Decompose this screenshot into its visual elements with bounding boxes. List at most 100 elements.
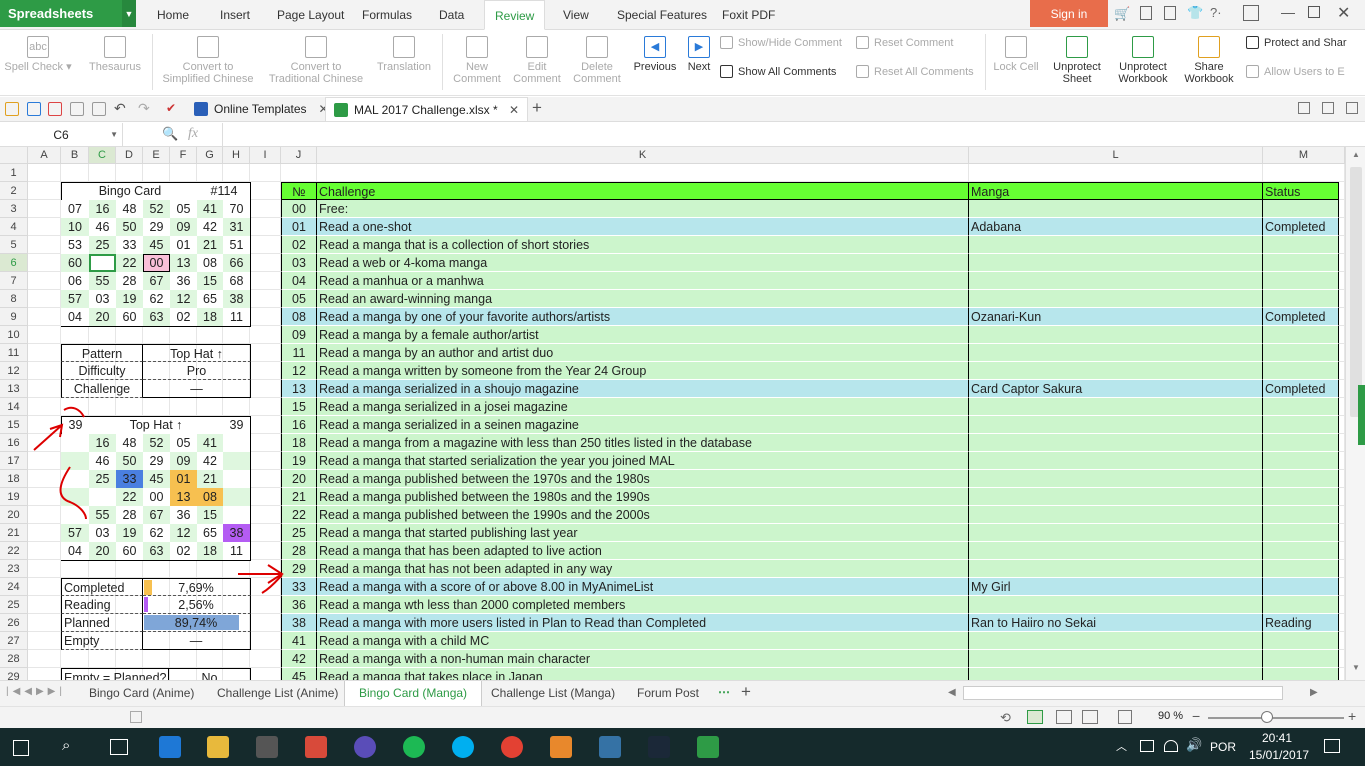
table-cell[interactable]: Card Captor Sakura [969, 380, 1263, 398]
table-cell[interactable]: 19 [281, 452, 317, 470]
table-cell[interactable]: Completed [1263, 218, 1339, 236]
table-cell[interactable]: Read a manga by an author and artist duo [317, 344, 969, 362]
top-hat-cell[interactable]: 08 [197, 488, 223, 506]
column-header-i[interactable]: I [250, 147, 281, 164]
protect-and-share-button[interactable]: Protect and Shar [1246, 36, 1347, 49]
show-all-comments-button[interactable]: Show All Comments [720, 65, 836, 78]
more-sheets-icon[interactable]: ⋯ [718, 685, 730, 699]
tab-home[interactable]: Home [157, 0, 189, 30]
macro-icon[interactable] [130, 711, 142, 723]
column-header-j[interactable]: J [281, 147, 317, 164]
table-cell[interactable]: Read a manga published between the 1970s… [317, 470, 969, 488]
top-hat-cell[interactable] [61, 452, 89, 470]
top-hat-cell[interactable] [223, 452, 250, 470]
table-cell[interactable] [1263, 416, 1339, 434]
close-tab-icon[interactable]: ✕ [509, 103, 519, 117]
print-icon[interactable] [70, 102, 84, 116]
bingo-cell[interactable]: 06 [61, 272, 89, 290]
table-cell[interactable] [1263, 650, 1339, 668]
bingo-cell[interactable]: 31 [223, 218, 250, 236]
top-hat-cell[interactable]: 13 [170, 488, 197, 506]
unprotect-workbook-button[interactable]: Unprotect Workbook [1112, 30, 1174, 85]
table-cell[interactable] [969, 290, 1263, 308]
row-header-6[interactable]: 6 [0, 254, 28, 272]
spell-check-button[interactable]: abc Spell Check ▾ [4, 30, 72, 73]
table-cell[interactable]: Read a manga from a magazine with less t… [317, 434, 969, 452]
row-header-2[interactable]: 2 [0, 182, 28, 200]
row-header-19[interactable]: 19 [0, 488, 28, 506]
row-header-25[interactable]: 25 [0, 596, 28, 614]
bingo-cell[interactable]: 01 [170, 236, 197, 254]
zoom-slider-thumb[interactable] [1261, 711, 1273, 723]
top-hat-cell[interactable] [89, 488, 116, 506]
table-cell[interactable] [969, 344, 1263, 362]
collapse-icon[interactable] [1322, 102, 1334, 114]
table-cell[interactable]: 29 [281, 560, 317, 578]
top-hat-cell[interactable]: 19 [116, 524, 143, 542]
table-cell[interactable]: 18 [281, 434, 317, 452]
table-cell[interactable] [969, 236, 1263, 254]
table-cell[interactable] [969, 632, 1263, 650]
top-hat-cell[interactable] [61, 470, 89, 488]
sheet-tab-4[interactable]: Challenge List (Manga) [477, 681, 629, 706]
spreadsheets-taskbar-icon[interactable] [697, 736, 719, 758]
sheet-tab-1[interactable]: Bingo Card (Anime) [75, 681, 208, 706]
table-cell[interactable]: 02 [281, 236, 317, 254]
tab-insert[interactable]: Insert [220, 0, 250, 30]
chevron-down-icon[interactable]: ▼ [110, 130, 118, 139]
row-header-9[interactable]: 9 [0, 308, 28, 326]
table-cell[interactable] [1263, 344, 1339, 362]
convert-traditional-button[interactable]: Convert to Traditional Chinese [266, 30, 366, 85]
table-header[interactable]: Status [1263, 182, 1339, 200]
table-cell[interactable]: Read a manga that started serialization … [317, 452, 969, 470]
skin-icon[interactable] [1140, 6, 1152, 20]
scroll-left-icon[interactable]: ◀ [948, 687, 956, 698]
bingo-cell[interactable]: 50 [116, 218, 143, 236]
table-cell[interactable]: 03 [281, 254, 317, 272]
column-header-k[interactable]: K [317, 147, 969, 164]
table-cell[interactable]: Reading [1263, 614, 1339, 632]
table-cell[interactable] [1263, 290, 1339, 308]
table-cell[interactable] [1263, 524, 1339, 542]
top-hat-cell[interactable] [223, 506, 250, 524]
table-cell[interactable] [969, 434, 1263, 452]
table-cell[interactable]: 25 [281, 524, 317, 542]
mail-icon[interactable] [1164, 6, 1176, 20]
bingo-cell[interactable]: 10 [61, 218, 89, 236]
table-cell[interactable] [969, 362, 1263, 380]
bingo-cell[interactable]: 15 [197, 272, 223, 290]
wifi-icon[interactable] [1164, 740, 1178, 752]
bingo-cell[interactable]: 33 [116, 236, 143, 254]
bingo-cell[interactable]: 00 [143, 254, 170, 272]
bingo-cell[interactable]: 60 [61, 254, 89, 272]
search-icon[interactable]: 🔍 [162, 126, 178, 142]
top-hat-cell[interactable] [223, 470, 250, 488]
bingo-cell[interactable]: 02 [170, 308, 197, 326]
top-hat-cell[interactable]: 11 [223, 542, 250, 560]
bingo-cell[interactable]: 63 [143, 308, 170, 326]
shirt-icon[interactable]: 👕 [1187, 5, 1203, 21]
bingo-cell[interactable]: 67 [143, 272, 170, 290]
undo-icon[interactable]: ↶ [114, 100, 126, 117]
sheet-nav-arrows-icon[interactable]: |◀◀▶▶| [6, 686, 66, 697]
store-icon[interactable] [256, 736, 278, 758]
table-cell[interactable]: Adabana [969, 218, 1263, 236]
table-cell[interactable] [1263, 560, 1339, 578]
open-folder-icon[interactable] [5, 102, 19, 116]
column-header-b[interactable]: B [61, 147, 89, 164]
restore-ribbon-icon[interactable] [1243, 5, 1259, 21]
top-hat-cell[interactable]: 33 [116, 470, 143, 488]
convert-simplified-button[interactable]: Convert to Simplified Chinese [160, 30, 256, 85]
top-hat-cell[interactable]: 50 [116, 452, 143, 470]
tab-data[interactable]: Data [439, 0, 464, 30]
zoom-out-icon[interactable]: − [1192, 708, 1200, 724]
top-hat-cell[interactable]: 36 [170, 506, 197, 524]
top-hat-cell[interactable]: 67 [143, 506, 170, 524]
scroll-thumb[interactable] [1350, 167, 1362, 417]
table-cell[interactable]: Read a manga that is a collection of sho… [317, 236, 969, 254]
help-icon[interactable]: ?· [1210, 5, 1222, 20]
top-hat-cell[interactable]: 60 [116, 542, 143, 560]
table-cell[interactable] [1263, 398, 1339, 416]
table-cell[interactable]: Read a manga written by someone from the… [317, 362, 969, 380]
reading-view-icon[interactable] [1082, 710, 1098, 724]
